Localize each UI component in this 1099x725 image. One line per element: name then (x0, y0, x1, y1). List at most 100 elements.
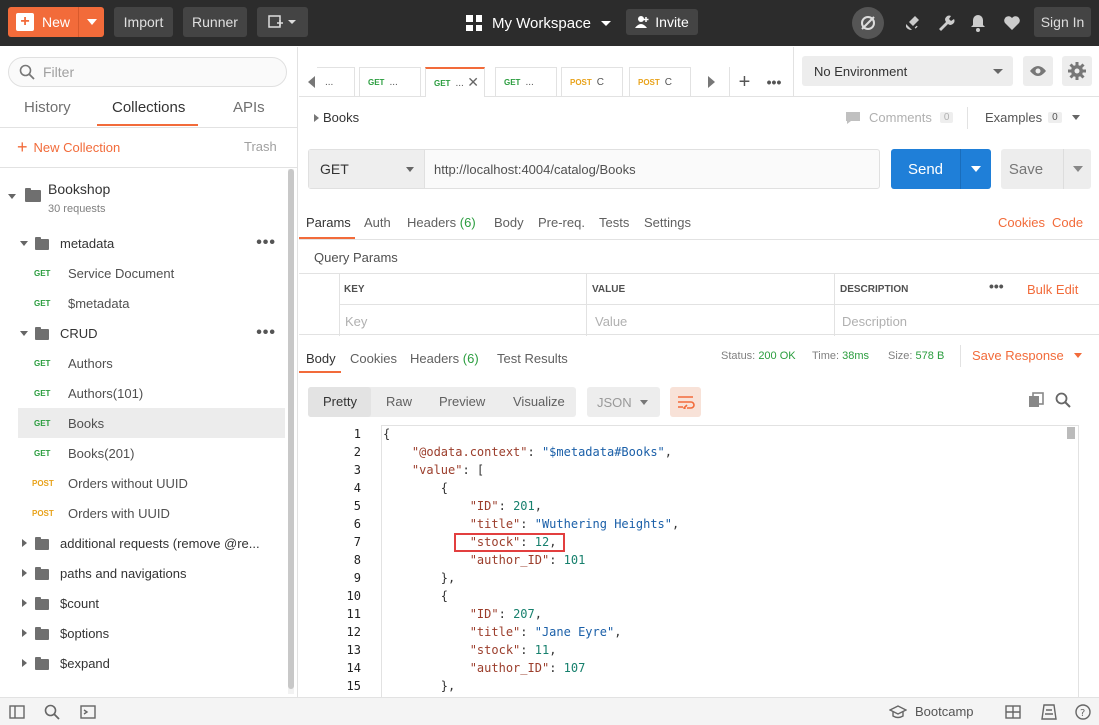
new-window-button[interactable] (257, 7, 308, 37)
more-options-icon[interactable]: ••• (256, 234, 276, 252)
plus-icon[interactable]: + (729, 67, 759, 97)
environment-select[interactable]: No Environment (802, 56, 1013, 86)
save-response-button[interactable]: Save Response (972, 348, 1082, 363)
invite-button[interactable]: Invite (626, 9, 698, 35)
save-button[interactable]: Save (1001, 149, 1091, 189)
search-icon[interactable] (1055, 392, 1071, 411)
find-icon[interactable] (44, 704, 60, 720)
more-options-icon[interactable]: ••• (989, 278, 1004, 294)
tab-auth[interactable]: Auth (364, 215, 391, 230)
tab-response-headers[interactable]: Headers (6) (410, 351, 479, 366)
copy-icon[interactable] (1028, 392, 1044, 411)
line-number: 6 (353, 517, 361, 531)
sign-in-button[interactable]: Sign In (1034, 7, 1091, 37)
import-button[interactable]: Import (114, 7, 173, 37)
keyboard-icon[interactable] (1041, 704, 1057, 720)
request-tab[interactable]: POST C (629, 67, 691, 97)
more-options-icon[interactable]: ••• (256, 324, 276, 342)
satellite-icon[interactable] (902, 13, 922, 33)
help-icon[interactable]: ? (1075, 704, 1091, 720)
chevron-right-icon[interactable] (314, 114, 319, 122)
editor-scrollbar[interactable] (1067, 427, 1075, 439)
console-icon[interactable] (80, 705, 96, 719)
tab-settings[interactable]: Settings (644, 215, 691, 230)
request-item[interactable]: GET Books(201) (0, 438, 288, 468)
gear-icon[interactable] (1062, 56, 1092, 86)
tab-test-results[interactable]: Test Results (497, 351, 568, 366)
code-link[interactable]: Code (1052, 215, 1083, 230)
chevron-down-icon[interactable] (960, 149, 991, 189)
folder-paths[interactable]: paths and navigations (0, 558, 288, 588)
method-select[interactable]: GET (309, 150, 425, 188)
tab-scroll-left-icon[interactable] (308, 76, 315, 88)
response-body-editor[interactable]: 1 2 3 4 5 6 7 8 9 10 11 12 13 14 15 { "@… (299, 425, 1099, 697)
two-pane-icon[interactable] (1005, 705, 1021, 719)
chevron-down-icon[interactable] (1063, 149, 1091, 189)
request-item[interactable]: POST Orders with UUID (0, 498, 288, 528)
view-raw-button[interactable]: Raw (386, 394, 412, 409)
examples-button[interactable]: Examples 0 (985, 110, 1080, 125)
tab-headers[interactable]: Headers (6) (407, 215, 476, 230)
wrap-lines-button[interactable] (670, 387, 701, 417)
folder-metadata[interactable]: metadata ••• (0, 228, 288, 258)
tab-prereq[interactable]: Pre-req. (538, 215, 585, 230)
request-item[interactable]: GET Service Document (0, 258, 288, 288)
eye-icon[interactable] (1023, 56, 1053, 86)
view-preview-button[interactable]: Preview (439, 394, 485, 409)
tab-response-body[interactable]: Body (306, 351, 336, 366)
chevron-down-icon[interactable] (78, 7, 104, 37)
tab-params[interactable]: Params (306, 215, 351, 230)
request-tab[interactable]: POST C (561, 67, 623, 97)
tab-scroll-right-icon[interactable] (708, 76, 715, 88)
bell-icon[interactable] (968, 13, 988, 33)
close-icon[interactable]: ✕ (467, 74, 479, 91)
request-tab[interactable]: ... (317, 67, 355, 97)
tab-response-cookies[interactable]: Cookies (350, 351, 397, 366)
tab-body[interactable]: Body (494, 215, 524, 230)
tab-tests[interactable]: Tests (599, 215, 629, 230)
bootcamp-button[interactable]: Bootcamp (889, 704, 974, 719)
tab-collections[interactable]: Collections (112, 99, 185, 116)
workspace-switcher[interactable]: My Workspace (466, 0, 611, 46)
view-visualize-button[interactable]: Visualize (513, 394, 565, 409)
tab-history[interactable]: History (24, 99, 71, 116)
wrench-icon[interactable] (936, 13, 956, 33)
folder-additional[interactable]: additional requests (remove @re... (0, 528, 288, 558)
request-tab-active[interactable]: GET ... ✕ (425, 67, 485, 97)
request-item[interactable]: GET Authors(101) (0, 378, 288, 408)
cookies-link[interactable]: Cookies (998, 215, 1045, 230)
filter-input[interactable]: Filter (8, 57, 287, 87)
trash-link[interactable]: Trash (244, 139, 277, 154)
request-item[interactable]: GET $metadata (0, 288, 288, 318)
new-collection-button[interactable]: + New Collection (17, 138, 120, 156)
param-value-input[interactable]: Value (595, 314, 627, 329)
request-item[interactable]: GET Authors (0, 348, 288, 378)
folder-options[interactable]: $options (0, 618, 288, 648)
more-options-icon[interactable]: ••• (759, 67, 789, 97)
request-item-selected[interactable]: GET Books (18, 408, 285, 438)
send-button[interactable]: Send (891, 149, 991, 189)
request-tab[interactable]: GET ... (359, 67, 421, 97)
comments-button[interactable]: Comments 0 (845, 110, 954, 125)
view-pretty-button[interactable]: Pretty (323, 394, 357, 409)
sidebar-toggle-icon[interactable] (9, 705, 25, 719)
tab-apis[interactable]: APIs (233, 99, 265, 116)
request-tab[interactable]: GET ... (495, 67, 557, 97)
param-description-input[interactable]: Description (842, 314, 907, 329)
size-label: Size: (888, 350, 913, 362)
folder-count[interactable]: $count (0, 588, 288, 618)
sync-status-icon[interactable] (852, 7, 884, 39)
new-button[interactable]: + New (8, 7, 104, 37)
format-select[interactable]: JSON (587, 387, 660, 417)
param-key-input[interactable]: Key (345, 314, 367, 329)
folder-crud[interactable]: CRUD ••• (0, 318, 288, 348)
request-item[interactable]: POST Orders without UUID (0, 468, 288, 498)
runner-button[interactable]: Runner (183, 7, 247, 37)
url-input[interactable]: http://localhost:4004/catalog/Books (425, 150, 636, 188)
heart-icon[interactable] (1002, 13, 1022, 33)
method-badge: GET (34, 418, 51, 428)
folder-expand[interactable]: $expand (0, 648, 288, 678)
collection-bookshop[interactable]: Bookshop 30 requests (0, 175, 288, 221)
sidebar-scrollbar[interactable] (288, 169, 294, 689)
bulk-edit-link[interactable]: Bulk Edit (1027, 282, 1078, 297)
